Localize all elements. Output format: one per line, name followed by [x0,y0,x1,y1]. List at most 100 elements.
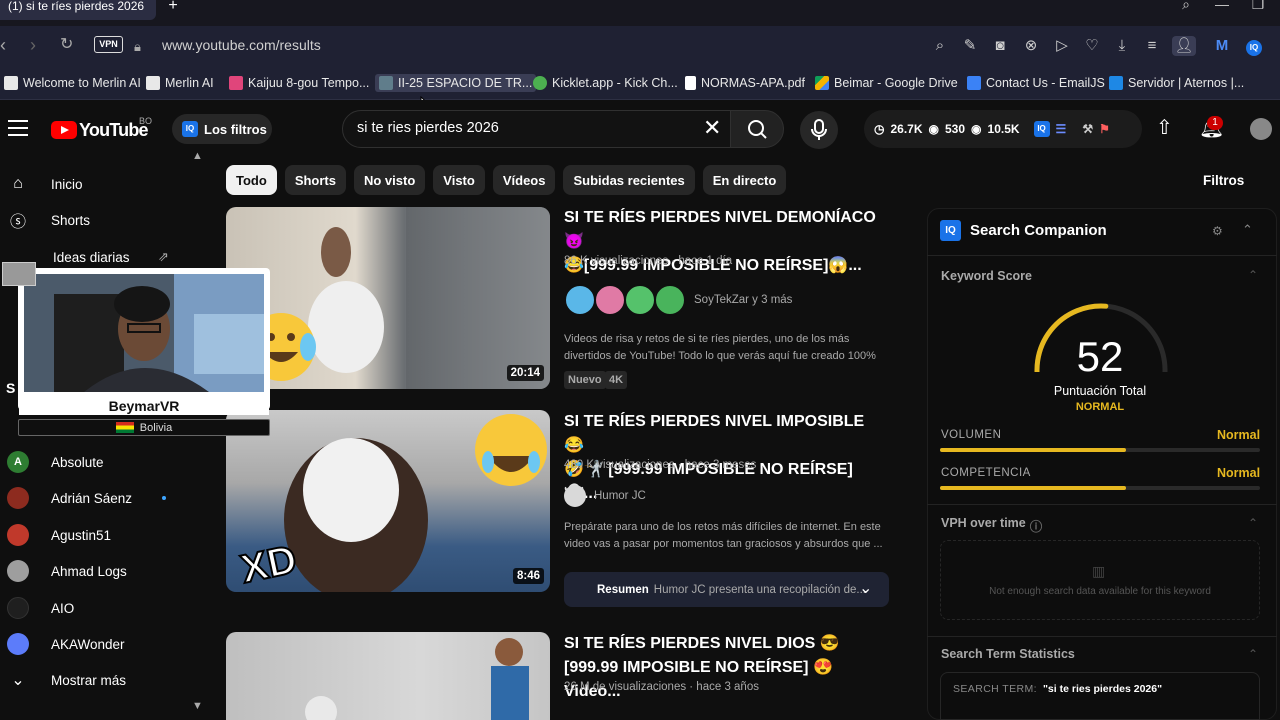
bar-chart-icon: ▥ [1092,563,1106,579]
clock-icon: ◷ [874,122,885,136]
bookmark-espacio[interactable]: II-25 ESPACIO DE TR... [375,74,537,92]
heart-icon[interactable]: ♡ [1082,36,1102,56]
competition-value: Normal [1217,466,1261,480]
search-tabs-icon[interactable]: ⌕ [1174,0,1198,16]
sidebar-show-more[interactable]: ⌄ Mostrar más [0,662,200,698]
bookmark-label: Beimar - Google Drive [834,76,958,90]
chevron-down-icon[interactable]: ⌄ [859,578,872,598]
ai-summary-bar[interactable]: Resumen Humor JC presenta una recopilació… [564,572,889,607]
sidebar-item-adrian-saenz[interactable]: Adrián Sáenz [0,480,200,516]
video-thumbnail[interactable]: 20:14 [226,207,550,389]
info-icon[interactable]: ⓘ [1030,516,1043,535]
adblock-icon[interactable]: ⊗ [1021,36,1041,56]
video-thumbnail[interactable]: XD 8:46 [226,410,550,592]
sidebar-item-akawonder[interactable]: AKAWonder [0,626,200,662]
kicklet-icon [533,76,547,90]
sidebar-item-label: Ahmad Logs [51,563,127,579]
list-icon[interactable]: ☰ [1056,122,1067,136]
play-icon[interactable]: ▷ [1052,36,1072,56]
bookmark-emailjs[interactable]: Contact Us - EmailJS [963,74,1109,92]
eye-icon: ◉ [928,122,939,136]
minimize-icon[interactable]: — [1210,0,1234,16]
back-icon[interactable]: ‹ [0,36,6,54]
youtube-logo[interactable]: YouTube [51,120,149,140]
channel-name[interactable]: Humor JC [594,490,646,502]
bookmark-aternos[interactable]: Servidor | Aternos |... [1105,74,1248,92]
bookmark-kaijuu[interactable]: Kaijuu 8-gou Tempo... [225,74,373,92]
alert-icon[interactable]: ⚑ [1099,122,1110,136]
browser-tab[interactable]: (1) si te ríes pierdes 2026 [0,0,156,20]
sidebar-item-label: Agustin51 [51,527,112,543]
restore-icon[interactable]: ❐ [1246,0,1270,16]
chip-en-directo[interactable]: En directo [702,165,787,195]
sidebar-item-aio[interactable]: AIO [0,590,200,626]
chip-no-visto[interactable]: No visto [353,165,426,195]
scroll-down-icon[interactable]: ▼ [192,700,203,712]
profile-icon[interactable]: 👤︎ [1172,36,1196,56]
zoom-icon[interactable]: ⌕ [930,36,950,56]
voice-search-button[interactable] [800,111,838,149]
divider [927,255,1277,256]
bookmark-label: Contact Us - EmailJS [986,76,1105,90]
chip-shorts[interactable]: Shorts [284,165,346,195]
sidebar-section-heading: S [6,380,16,396]
sidebar-item-shorts[interactable]: ⓢ Shorts [0,202,200,238]
chip-subidas-recientes[interactable]: Subidas recientes [563,165,695,195]
settings-sliders-icon[interactable]: ⚙ [1212,224,1223,238]
menu-list-icon[interactable]: ≡ [1142,36,1162,56]
edit-icon[interactable]: ✎ [960,36,980,56]
bookmark-merlin-welcome[interactable]: Welcome to Merlin AI [0,74,145,92]
chip-videos[interactable]: Vídeos [492,165,556,195]
streamer-country: Bolivia [18,419,270,436]
sidebar-item-absolute[interactable]: A Absolute [0,444,200,480]
bookmark-merlin-ai[interactable]: Merlin AI [142,74,218,92]
vidiq-stats-bar[interactable]: ◷ 26.7K ◉ 530 ◉ 10.5K IQ ☰ ⚒ ⚑ [864,110,1142,148]
new-tab-icon[interactable]: + [164,0,182,16]
forward-icon[interactable]: › [30,36,36,54]
video-title-line: SI TE RÍES PIERDES NIVEL IMPOSIBLE 😂 [564,413,865,454]
country-label: Bolivia [139,421,173,434]
search-button[interactable] [730,110,784,148]
vpn-badge[interactable]: VPN [94,36,123,53]
vidiq-extension-icon[interactable]: IQ [1244,36,1264,56]
volume-value: Normal [1217,428,1261,442]
clear-search-icon[interactable]: ✕ [703,117,721,139]
video-title[interactable]: SI TE RÍES PIERDES NIVEL DEMONÍACO 😈 😂[99… [564,206,884,278]
bookmark-kicklet[interactable]: Kicklet.app - Kick Ch... [529,74,682,92]
classroom-icon [379,76,393,90]
channel-row[interactable]: Humor JC [564,485,646,507]
vidiq-filters-button[interactable]: IQ Los filtros [172,114,272,144]
channel-name[interactable]: SoyTekZar y 3 más [694,294,792,306]
chip-visto[interactable]: Visto [433,165,485,195]
collapse-chevron-icon[interactable]: ⌃ [1248,516,1258,530]
channel-row[interactable]: SoyTekZar y 3 más [564,284,792,316]
vidiq-icon: IQ [182,121,198,137]
sidebar-item-ahmad-logs[interactable]: Ahmad Logs [0,553,200,589]
thumbnail-art [305,638,529,720]
upload-icon[interactable]: ⇧ [1156,118,1173,138]
tool-icon[interactable]: ⚒ [1082,122,1093,136]
video-thumbnail[interactable] [226,632,550,720]
camera-icon[interactable]: ◙ [990,36,1010,56]
sidebar-item-agustin51[interactable]: Agustin51 [0,517,200,553]
video-title[interactable]: SI TE RÍES PIERDES NIVEL DIOS 😎 [999.99 I… [564,632,884,704]
hamburger-menu-icon[interactable] [8,120,28,136]
download-icon[interactable]: ⤓ [1112,36,1132,56]
search-query[interactable]: si te ries pierdes 2026 [357,120,499,136]
chip-todo[interactable]: Todo [226,165,277,195]
scroll-up-icon[interactable]: ▲ [192,150,203,162]
account-avatar[interactable] [1250,118,1272,140]
thumbnail-art [247,207,550,389]
vph-empty-message: Not enough search data available for thi… [989,586,1211,597]
filters-toggle[interactable]: Filtros [1203,173,1244,188]
sidebar-item-inicio[interactable]: ⌂ Inicio [0,166,200,202]
bookmark-normas-apa[interactable]: NORMAS-APA.pdf [681,74,809,92]
reload-icon[interactable]: ↻ [60,36,73,54]
merlin-extension-icon[interactable]: M [1212,36,1232,56]
bookmark-google-drive[interactable]: Beimar - Google Drive [811,74,962,92]
collapse-chevron-icon[interactable]: ⌃ [1242,222,1253,238]
description-line: Prepárate para uno de los retos más difí… [564,521,881,533]
collapse-chevron-icon[interactable]: ⌃ [1248,268,1258,282]
url-field[interactable]: www.youtube.com/results [162,37,321,53]
collapse-chevron-icon[interactable]: ⌃ [1248,647,1258,661]
